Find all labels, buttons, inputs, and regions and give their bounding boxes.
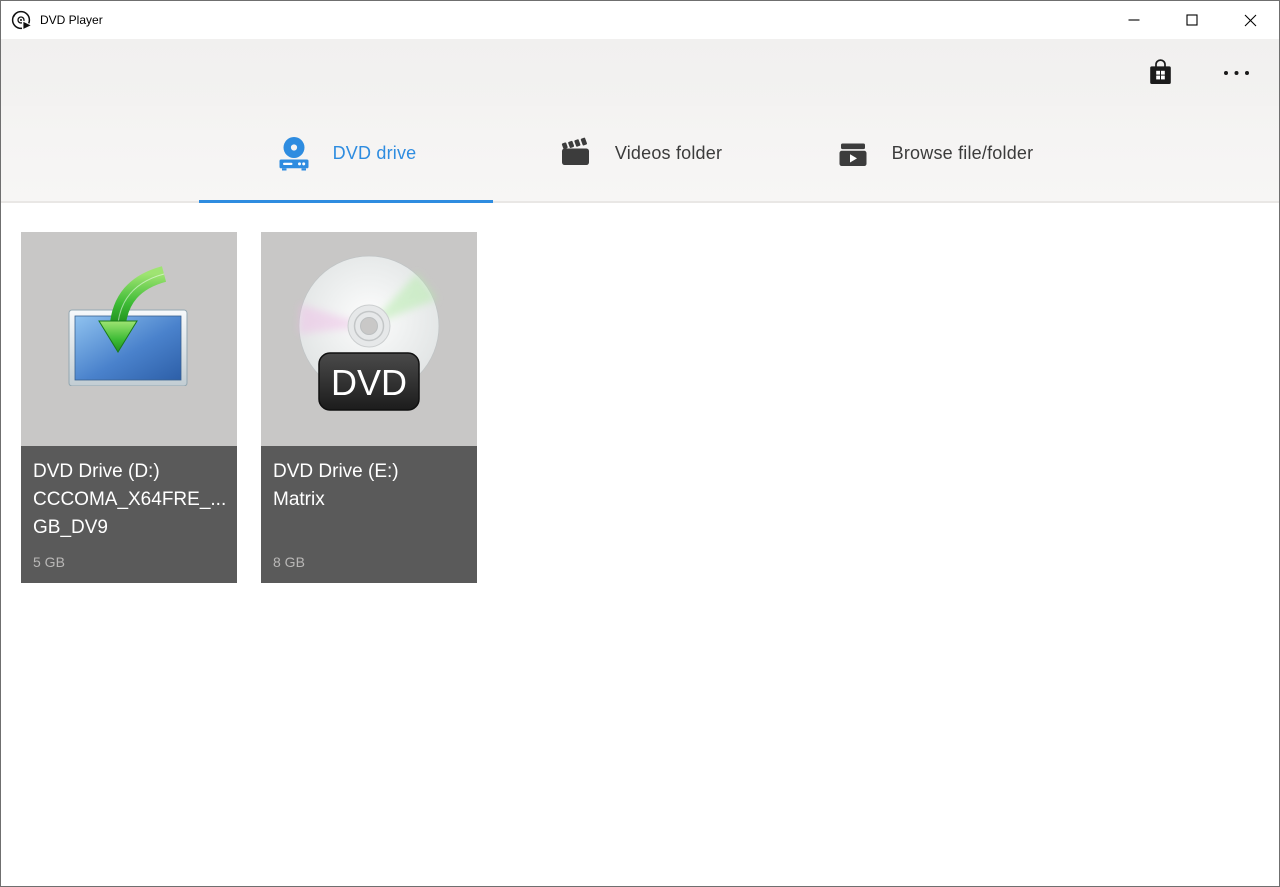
store-button[interactable]: [1139, 52, 1181, 94]
clapperboard-icon: [558, 136, 594, 172]
tile-size: 5 GB: [33, 554, 225, 570]
tile-dvd-drive-d[interactable]: DVD Drive (D:) CCCOMA_X64FRE_... GB_DV9 …: [21, 232, 237, 583]
tile-title-line: DVD Drive (D:): [33, 458, 225, 486]
tile-title-line: CCCOMA_X64FRE_...: [33, 486, 225, 514]
folder-play-icon: [835, 137, 871, 171]
maximize-button[interactable]: [1163, 1, 1221, 39]
window-controls: [1105, 1, 1279, 39]
tile-caption: DVD Drive (E:) Matrix 8 GB: [261, 446, 477, 583]
maximize-icon: [1186, 14, 1198, 26]
close-button[interactable]: [1221, 1, 1279, 39]
tab-videos-folder[interactable]: Videos folder: [493, 106, 787, 201]
tab-browse-file-folder[interactable]: Browse file/folder: [787, 106, 1081, 201]
tile-title-line: GB_DV9: [33, 514, 225, 542]
tile-size: 8 GB: [273, 554, 465, 570]
active-tab-underline: [199, 200, 493, 203]
tab-strip: DVD drive Videos folder: [1, 106, 1279, 203]
tab-label: DVD drive: [333, 143, 417, 164]
tile-title-line: Matrix: [273, 486, 465, 514]
ellipsis-icon: [1223, 70, 1250, 76]
tile-thumbnail: [21, 232, 237, 446]
titlebar: DVD Player: [1, 1, 1279, 39]
tab-label: Videos folder: [615, 143, 722, 164]
tile-caption: DVD Drive (D:) CCCOMA_X64FRE_... GB_DV9 …: [21, 446, 237, 583]
tile-title-line: DVD Drive (E:): [273, 458, 465, 486]
toolbar: [1, 39, 1279, 106]
close-icon: [1244, 14, 1257, 27]
tab-label: Browse file/folder: [892, 143, 1034, 164]
tile-thumbnail: DVD: [261, 232, 477, 446]
app-icon: [10, 9, 32, 31]
minimize-icon: [1128, 14, 1140, 26]
media-grid: DVD Drive (D:) CCCOMA_X64FRE_... GB_DV9 …: [1, 203, 1279, 886]
tab-dvd-drive[interactable]: DVD drive: [199, 106, 493, 201]
microsoft-store-bag-icon: [1147, 58, 1174, 87]
tile-dvd-drive-e[interactable]: DVD DVD Drive (E:) Matrix 8 GB: [261, 232, 477, 583]
svg-text:DVD: DVD: [331, 362, 407, 403]
minimize-button[interactable]: [1105, 1, 1163, 39]
dvd-drive-icon: [276, 136, 312, 172]
install-media-icon: [54, 266, 204, 386]
window-title: DVD Player: [40, 13, 103, 27]
dvd-player-window: DVD Player: [0, 0, 1280, 887]
see-more-button[interactable]: [1215, 52, 1257, 94]
dvd-disc-icon: DVD: [289, 254, 449, 424]
